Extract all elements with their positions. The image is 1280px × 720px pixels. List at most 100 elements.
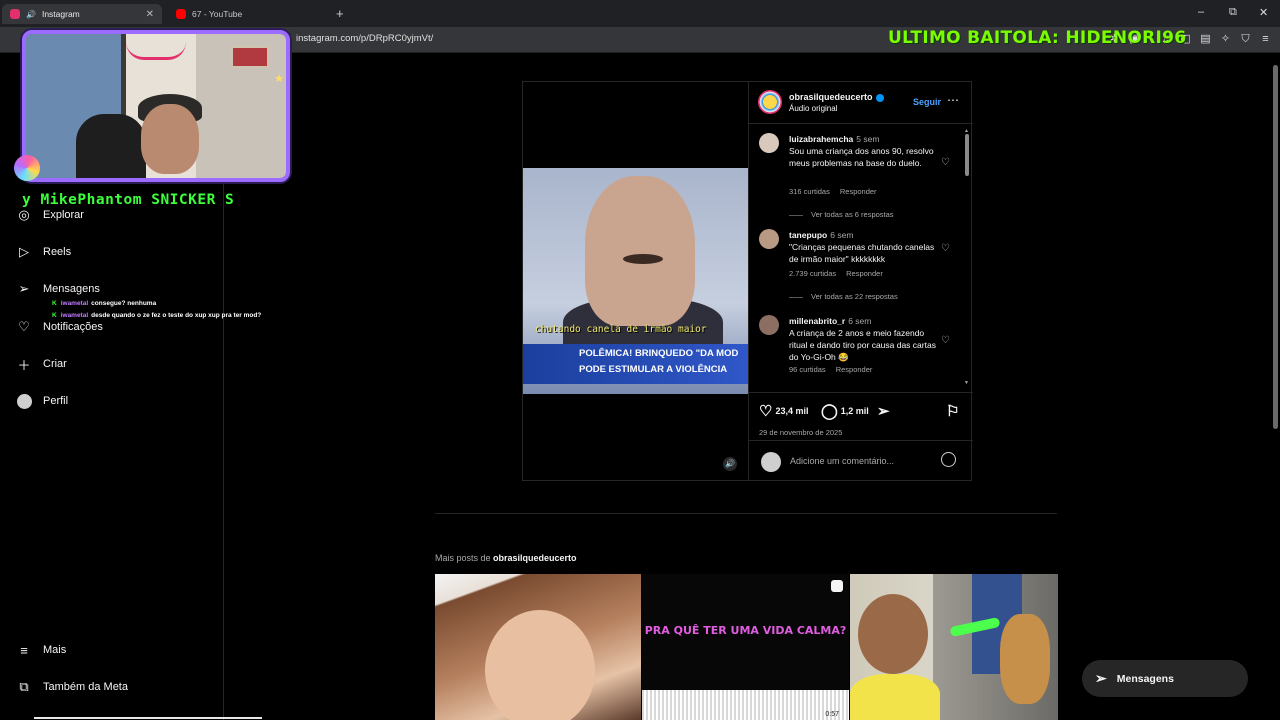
video-mustache bbox=[623, 254, 663, 264]
reels-icon: ▷ bbox=[19, 244, 29, 259]
post-video[interactable]: chutando canela de irmão maior POLÊMICA!… bbox=[523, 82, 748, 480]
sidebar-item-notifications[interactable]: ♡ Notificações bbox=[16, 319, 103, 335]
chat-badge: K bbox=[52, 312, 57, 319]
like-button[interactable]: ♡ 23,4 mil bbox=[759, 402, 808, 420]
menu-icon[interactable]: ≡ bbox=[1259, 33, 1272, 46]
youtube-favicon-icon bbox=[176, 9, 186, 19]
comment-time: 5 sem bbox=[856, 134, 880, 144]
chat-text: desde quando o ze fez o teste do xup xup… bbox=[91, 312, 262, 319]
share-button[interactable]: ➢ bbox=[877, 402, 890, 420]
view-replies-button[interactable]: Ver todas as 6 respostas bbox=[789, 210, 894, 219]
url-field[interactable]: instagram.com/p/DRpRC0yjmVt/ bbox=[296, 33, 433, 44]
chat-username: iwametal bbox=[60, 312, 89, 319]
more-posts-heading: Mais posts de obrasilquedeucerto bbox=[435, 553, 577, 563]
comment-username[interactable]: tanepupo bbox=[789, 230, 827, 240]
save-button[interactable]: ⚐ bbox=[946, 402, 959, 420]
post-header: obrasilquedeucerto Áudio original Seguir… bbox=[749, 82, 973, 124]
comment-text: "Crianças pequenas chutando canelas de i… bbox=[789, 242, 935, 264]
comment-username[interactable]: millenabrito_r bbox=[789, 316, 845, 326]
grid-post[interactable] bbox=[435, 574, 641, 720]
sidebar-item-reels[interactable]: ▷ Reels bbox=[16, 244, 71, 260]
follow-button[interactable]: Seguir bbox=[913, 97, 941, 107]
heart-icon: ♡ bbox=[759, 403, 773, 420]
close-window-button[interactable]: ✕ bbox=[1259, 6, 1268, 19]
page-scrollbar[interactable] bbox=[1270, 53, 1280, 720]
comment-like-icon[interactable]: ♡ bbox=[941, 335, 950, 346]
comment-username[interactable]: luizabrahemcha bbox=[789, 134, 853, 144]
grid-photo-dog bbox=[1000, 614, 1050, 704]
sidebar-item-messages[interactable]: ➢ Mensagens bbox=[16, 281, 100, 297]
comment-like-icon[interactable]: ♡ bbox=[941, 243, 950, 254]
sidebar-item-label: Mais bbox=[43, 644, 67, 656]
messages-label: Mensagens bbox=[1116, 672, 1174, 685]
emoji-icon[interactable] bbox=[941, 452, 956, 467]
comment-meta: 96 curtidas Responder bbox=[789, 365, 872, 374]
author-name-text: obrasilquedeucerto bbox=[789, 92, 873, 102]
post-date: 29 de novembro de 2025 bbox=[759, 428, 843, 437]
comment-button[interactable]: ◯ 1,2 mil bbox=[821, 402, 869, 420]
more-options-icon[interactable]: ⋯ bbox=[947, 93, 959, 107]
browser-tab-bar: 🔊 Instagram ✕ 67 - YouTube + – ⧉ ✕ bbox=[0, 0, 1280, 27]
verified-badge-icon bbox=[875, 93, 884, 102]
mute-button[interactable]: 🔊 bbox=[723, 457, 737, 471]
comment-likes[interactable]: 316 curtidas bbox=[789, 187, 830, 196]
reply-button[interactable]: Responder bbox=[836, 365, 873, 374]
comment-likes[interactable]: 2.739 curtidas bbox=[789, 269, 836, 278]
tab-youtube[interactable]: 67 - YouTube bbox=[168, 4, 328, 24]
close-tab-icon[interactable]: ✕ bbox=[146, 9, 154, 20]
sidebar-item-label: Criar bbox=[43, 358, 67, 370]
send-icon: ➢ bbox=[1095, 670, 1107, 686]
commenter-avatar[interactable] bbox=[759, 315, 779, 335]
restore-button[interactable]: ⧉ bbox=[1229, 6, 1237, 19]
comment-like-icon[interactable]: ♡ bbox=[941, 157, 950, 168]
streamer-face bbox=[141, 104, 199, 174]
tab-instagram[interactable]: 🔊 Instagram ✕ bbox=[2, 4, 162, 24]
page-scrollbar-thumb[interactable] bbox=[1273, 65, 1278, 429]
scroll-down-icon[interactable]: ▼ bbox=[964, 380, 969, 386]
reply-button[interactable]: Responder bbox=[840, 187, 877, 196]
more-posts-username[interactable]: obrasilquedeucerto bbox=[493, 553, 577, 563]
messages-floating-button[interactable]: ➢ Mensagens bbox=[1082, 660, 1248, 697]
minimize-button[interactable]: – bbox=[1198, 6, 1204, 18]
commenter-avatar[interactable] bbox=[759, 133, 779, 153]
chat-username: iwametal bbox=[60, 300, 89, 307]
add-comment-input[interactable]: Adicione um comentário... bbox=[790, 456, 894, 466]
stream-ticker: y MikePhantom SNICKER S bbox=[22, 192, 235, 208]
view-replies-button[interactable]: Ver todas as 22 respostas bbox=[789, 292, 898, 301]
sidebar-item-label: Explorar bbox=[43, 209, 84, 221]
grid-photo-kid bbox=[858, 594, 928, 674]
grid-photo-shirt bbox=[850, 674, 940, 720]
scrollbar-thumb[interactable] bbox=[965, 134, 969, 176]
commenter-avatar[interactable] bbox=[759, 229, 779, 249]
author-avatar[interactable] bbox=[758, 90, 782, 114]
comment-text: A criança de 2 anos e meio fazendo ritua… bbox=[789, 328, 936, 362]
comment-time: 6 sem bbox=[830, 230, 854, 240]
comments-list: luizabrahemcha 5 sem Sou uma criança dos … bbox=[749, 125, 973, 390]
reply-button[interactable]: Responder bbox=[846, 269, 883, 278]
sidebar-item-also-from-meta[interactable]: ⧉ Também da Meta bbox=[16, 679, 128, 695]
sidebar-item-more[interactable]: ≡ Mais bbox=[16, 642, 66, 658]
comment-time: 6 sem bbox=[848, 316, 872, 326]
video-frame: chutando canela de irmão maior POLÊMICA!… bbox=[523, 168, 748, 394]
comments-scrollbar[interactable]: ▲ ▼ bbox=[964, 128, 970, 388]
sidebar-item-profile[interactable]: Perfil bbox=[16, 393, 68, 409]
shield-icon[interactable]: ⛉ bbox=[1239, 33, 1252, 46]
grid-post-reel[interactable]: PRA QUÊ TER UMA VIDA CALMA? 0:57 bbox=[642, 574, 849, 720]
audio-label[interactable]: Áudio original bbox=[789, 104, 837, 113]
sidebar-item-create[interactable]: ＋ Criar bbox=[16, 356, 67, 373]
author-username[interactable]: obrasilquedeucerto bbox=[789, 92, 884, 102]
wallet-icon[interactable]: ▤ bbox=[1199, 33, 1212, 46]
section-divider bbox=[435, 513, 1057, 514]
chat-text: consegue? nenhuma bbox=[91, 300, 157, 307]
stream-overlay-title: ULTIMO BAITOLA: HIDENORI96 bbox=[888, 28, 1187, 48]
more-posts-grid: PRA QUÊ TER UMA VIDA CALMA? 0:57 bbox=[435, 574, 1058, 720]
stream-chat-message: Kiwametal desde quando o ze fez o teste d… bbox=[52, 312, 261, 319]
new-tab-button[interactable]: + bbox=[336, 6, 344, 21]
grid-post[interactable] bbox=[850, 574, 1058, 720]
video-news-banner: POLÊMICA! BRINQUEDO "DA MOD PODE ESTIMUL… bbox=[523, 344, 748, 384]
bookmark-icon: ⚐ bbox=[946, 403, 960, 420]
ai-sparkle-icon[interactable]: ✧ bbox=[1219, 33, 1232, 46]
star-icon: ★ bbox=[274, 73, 284, 85]
comment-likes[interactable]: 96 curtidas bbox=[789, 365, 826, 374]
webcam-chair bbox=[76, 114, 146, 178]
